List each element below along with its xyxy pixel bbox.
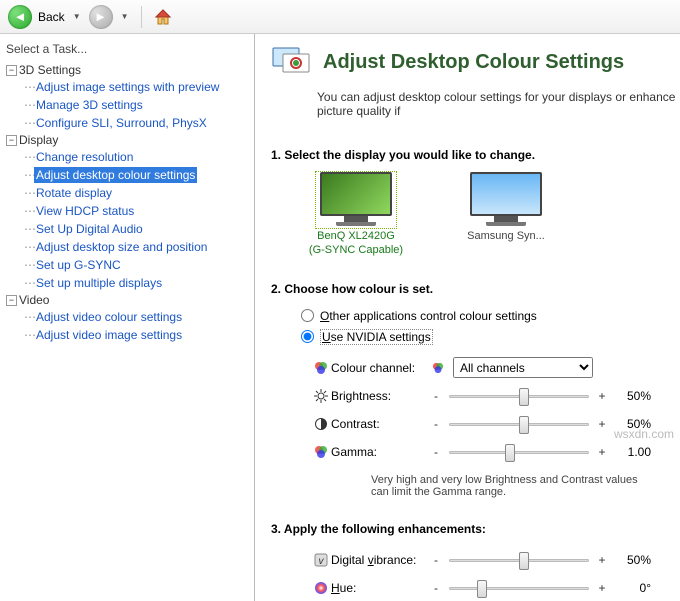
- tree-bullet-icon: ⋯: [24, 310, 34, 324]
- contrast-slider[interactable]: [449, 414, 589, 434]
- tree-item[interactable]: Adjust desktop colour settings: [34, 167, 197, 183]
- gamma-icon: [311, 445, 331, 459]
- tree-collapse-icon[interactable]: −: [6, 135, 17, 146]
- channel-select-icon: [431, 362, 445, 374]
- brightness-label: Brightness:: [331, 389, 431, 403]
- minus-icon: -: [431, 417, 441, 431]
- task-sidebar: Select a Task... −3D Settings⋯Adjust ima…: [0, 34, 255, 601]
- brightness-value: 50%: [615, 389, 651, 403]
- brightness-icon: [311, 389, 331, 403]
- display-label: Samsung Syn...: [451, 230, 561, 244]
- gamma-value: 1.00: [615, 445, 651, 459]
- arrow-left-icon: ◄: [14, 9, 27, 24]
- radio-other-apps[interactable]: [301, 309, 314, 322]
- hue-icon: [311, 581, 331, 595]
- tree-bullet-icon: ⋯: [24, 204, 34, 218]
- brightness-slider[interactable]: [449, 386, 589, 406]
- radio-use-nvidia[interactable]: [301, 330, 314, 343]
- contrast-icon: [311, 417, 331, 431]
- gamma-slider[interactable]: [449, 442, 589, 462]
- radio-other-apps-label[interactable]: Other applications control colour settin…: [320, 309, 537, 323]
- colour-channel-select[interactable]: All channels: [453, 357, 593, 378]
- tree-bullet-icon: ⋯: [24, 240, 34, 254]
- minus-icon: -: [431, 553, 441, 567]
- forward-dropdown-icon[interactable]: ▼: [121, 12, 129, 21]
- home-button[interactable]: [152, 6, 174, 28]
- plus-icon: +: [597, 581, 607, 595]
- toolbar-separator: [141, 6, 142, 28]
- colour-channel-icon: [311, 361, 331, 375]
- digital-vibrance-label: Digital vibrance:: [331, 553, 431, 567]
- section3-heading: 3. Apply the following enhancements:: [271, 522, 680, 536]
- tree-item[interactable]: Set up G-SYNC: [34, 257, 123, 273]
- tree-item[interactable]: Change resolution: [34, 149, 135, 165]
- tree-item[interactable]: Rotate display: [34, 185, 114, 201]
- tree-collapse-icon[interactable]: −: [6, 295, 17, 306]
- arrow-right-icon: ►: [94, 9, 107, 24]
- tree-bullet-icon: ⋯: [24, 328, 34, 342]
- tree-item[interactable]: Adjust desktop size and position: [34, 239, 209, 255]
- display-label: BenQ XL2420G(G-SYNC Capable): [301, 230, 411, 258]
- tree-item[interactable]: Adjust video colour settings: [34, 309, 184, 325]
- hue-slider[interactable]: [449, 578, 589, 598]
- digital-vibrance-icon: v: [311, 553, 331, 567]
- monitor-icon: [466, 172, 546, 228]
- tree-item[interactable]: Adjust video image settings: [34, 327, 184, 343]
- tree-bullet-icon: ⋯: [24, 258, 34, 272]
- tree-item[interactable]: Configure SLI, Surround, PhysX: [34, 115, 209, 131]
- tree-group-label[interactable]: Display: [19, 133, 58, 147]
- header-icon: [271, 44, 313, 80]
- tree-group-label[interactable]: 3D Settings: [19, 63, 81, 77]
- minus-icon: -: [431, 445, 441, 459]
- tree-item[interactable]: Set up multiple displays: [34, 275, 164, 291]
- forward-button[interactable]: ►: [89, 5, 113, 29]
- hue-value: 0°: [615, 581, 651, 595]
- tree-item[interactable]: View HDCP status: [34, 203, 136, 219]
- tree-bullet-icon: ⋯: [24, 186, 34, 200]
- plus-icon: +: [597, 445, 607, 459]
- digital-vibrance-slider[interactable]: [449, 550, 589, 570]
- tree-group-label[interactable]: Video: [19, 293, 49, 307]
- tree-bullet-icon: ⋯: [24, 150, 34, 164]
- minus-icon: -: [431, 389, 441, 403]
- tree-bullet-icon: ⋯: [24, 168, 34, 182]
- tree-bullet-icon: ⋯: [24, 116, 34, 130]
- display-item[interactable]: BenQ XL2420G(G-SYNC Capable): [301, 172, 411, 258]
- intro-text: You can adjust desktop colour settings f…: [271, 90, 680, 118]
- section1-heading: 1. Select the display you would like to …: [271, 148, 680, 162]
- contrast-label: Contrast:: [331, 417, 431, 431]
- plus-icon: +: [597, 553, 607, 567]
- back-label: Back: [38, 10, 65, 24]
- plus-icon: +: [597, 417, 607, 431]
- tree-bullet-icon: ⋯: [24, 276, 34, 290]
- minus-icon: -: [431, 581, 441, 595]
- tree-bullet-icon: ⋯: [24, 222, 34, 236]
- contrast-value: 50%: [615, 417, 651, 431]
- section2-heading: 2. Choose how colour is set.: [271, 282, 680, 296]
- monitor-icon: [316, 172, 396, 228]
- home-icon: [153, 7, 173, 27]
- tree-bullet-icon: ⋯: [24, 98, 34, 112]
- sidebar-heading: Select a Task...: [4, 38, 250, 62]
- page-title: Adjust Desktop Colour Settings: [323, 51, 624, 74]
- tree-collapse-icon[interactable]: −: [6, 65, 17, 76]
- main-panel: Adjust Desktop Colour Settings You can a…: [255, 34, 680, 601]
- back-button[interactable]: ◄: [8, 5, 32, 29]
- radio-use-nvidia-label[interactable]: Use NVIDIA settings: [320, 329, 433, 345]
- plus-icon: +: [597, 389, 607, 403]
- gamma-label: Gamma:: [331, 445, 431, 459]
- tree-item[interactable]: Manage 3D settings: [34, 97, 145, 113]
- display-item[interactable]: Samsung Syn...: [451, 172, 561, 258]
- tree-item[interactable]: Adjust image settings with preview: [34, 79, 221, 95]
- digital-vibrance-value: 50%: [615, 553, 651, 567]
- tree-item[interactable]: Set Up Digital Audio: [34, 221, 145, 237]
- gamma-footnote: Very high and very low Brightness and Co…: [311, 466, 680, 512]
- hue-label: Hue:: [331, 581, 431, 595]
- tree-bullet-icon: ⋯: [24, 80, 34, 94]
- colour-channel-label: Colour channel:: [331, 361, 431, 375]
- back-dropdown-icon[interactable]: ▼: [73, 12, 81, 21]
